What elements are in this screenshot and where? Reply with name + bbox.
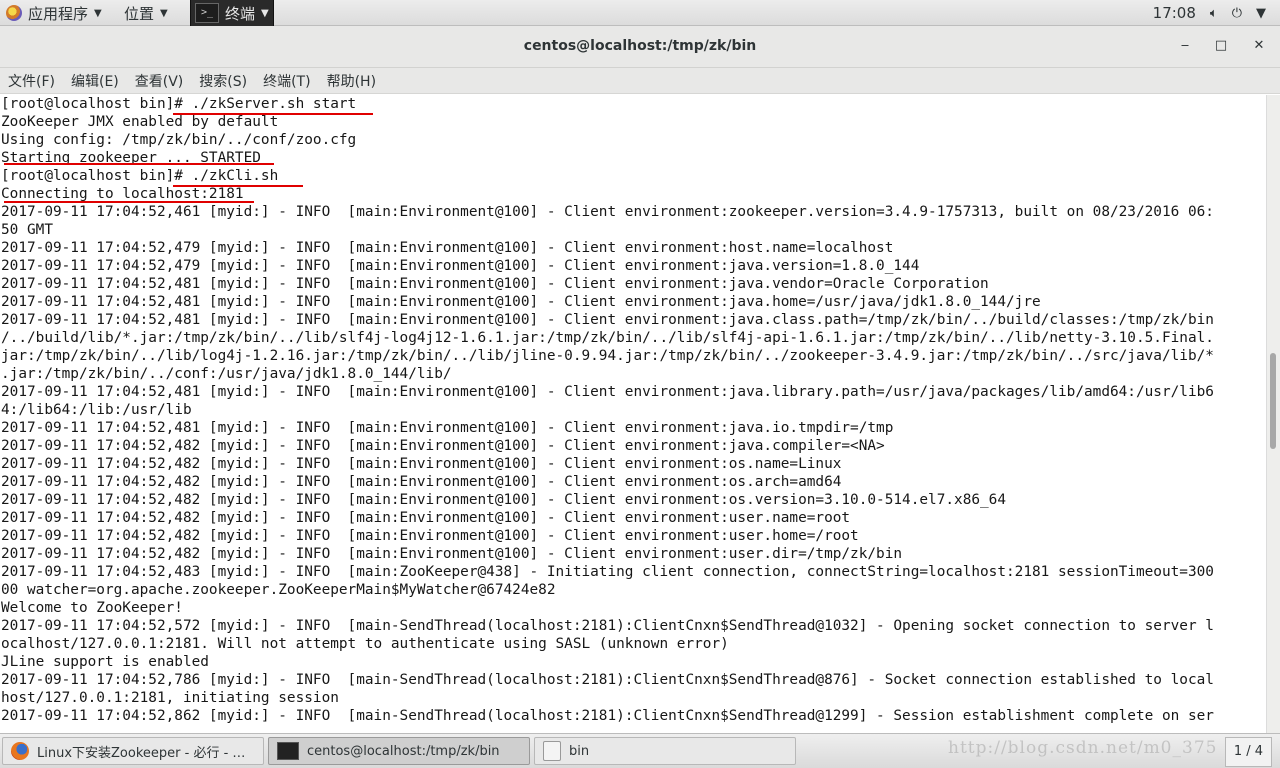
power-icon[interactable]: ⏻: [1232, 6, 1242, 21]
terminal-line: 2017-09-11 17:04:52,481 [myid:] - INFO […: [1, 420, 894, 436]
terminal-line: 2017-09-11 17:04:52,482 [myid:] - INFO […: [1, 456, 842, 472]
terminal-line: 2017-09-11 17:04:52,461 [myid:] - INFO […: [1, 204, 1214, 220]
terminal-line: 2017-09-11 17:04:52,482 [myid:] - INFO […: [1, 546, 903, 562]
terminal-icon: >_: [195, 3, 219, 23]
terminal-output: [root@localhost bin]# ./zkServer.sh star…: [1, 95, 1214, 725]
terminal-line: 2017-09-11 17:04:52,482 [myid:] - INFO […: [1, 492, 1007, 508]
terminal-line: 00 watcher=org.apache.zookeeper.ZooKeepe…: [1, 582, 556, 598]
terminal-line: 4:/lib64:/lib:/usr/lib: [1, 402, 192, 418]
terminal-line: 2017-09-11 17:04:52,481 [myid:] - INFO […: [1, 294, 1041, 310]
places-menu[interactable]: 位置 ▼: [120, 0, 172, 26]
annotation-underline: [4, 163, 274, 165]
terminal-line: 2017-09-11 17:04:52,482 [myid:] - INFO […: [1, 528, 859, 544]
terminal-line: [root@localhost bin]# ./zkServer.sh star…: [1, 96, 357, 112]
terminal-scrollbar[interactable]: [1266, 95, 1280, 733]
taskbar-item-terminal[interactable]: centos@localhost:/tmp/zk/bin: [268, 737, 530, 765]
terminal-line: /../build/lib/*.jar:/tmp/zk/bin/../lib/s…: [1, 330, 1214, 346]
terminal-line: 2017-09-11 17:04:52,481 [myid:] - INFO […: [1, 276, 989, 292]
chevron-down-icon: ▼: [261, 7, 269, 19]
terminal-line: Welcome to ZooKeeper!: [1, 600, 183, 616]
window-title: centos@localhost:/tmp/zk/bin: [523, 38, 757, 54]
terminal-app-label: 终端: [225, 4, 256, 23]
places-label: 位置: [124, 4, 155, 23]
taskbar-item-label: bin: [569, 743, 590, 759]
menu-help[interactable]: 帮助(H): [327, 71, 376, 91]
terminal-line: 2017-09-11 17:04:52,482 [myid:] - INFO […: [1, 438, 885, 454]
watermark: http://blog.csdn.net/m0_375: [948, 738, 1218, 758]
applications-label: 应用程序: [28, 4, 89, 23]
volume-icon[interactable]: 🔈︎: [1210, 6, 1218, 21]
menu-terminal[interactable]: 终端(T): [263, 71, 310, 91]
file-manager-icon: [543, 741, 561, 761]
terminal-line: ocalhost/127.0.0.1:2181. Will not attemp…: [1, 636, 729, 652]
terminal-line: jar:/tmp/zk/bin/../lib/log4j-1.2.16.jar:…: [1, 348, 1214, 364]
applications-icon: [6, 5, 22, 21]
taskbar-item-firefox[interactable]: Linux下安装Zookeeper - 必行 - …: [2, 737, 264, 765]
terminal-line: 2017-09-11 17:04:52,482 [myid:] - INFO […: [1, 474, 842, 490]
top-panel: 应用程序 ▼ 位置 ▼ >_ 终端 ▼ 17:08 🔈︎ ⏻ ▼: [0, 0, 1280, 26]
close-button[interactable]: ✕: [1246, 34, 1272, 58]
menu-edit[interactable]: 编辑(E): [71, 71, 119, 91]
workspace-indicator[interactable]: 1 / 4: [1224, 737, 1272, 767]
terminal-line: 2017-09-11 17:04:52,862 [myid:] - INFO […: [1, 708, 1214, 724]
terminal-line: Using config: /tmp/zk/bin/../conf/zoo.cf…: [1, 132, 357, 148]
terminal-line: 2017-09-11 17:04:52,482 [myid:] - INFO […: [1, 510, 851, 526]
menu-search[interactable]: 搜索(S): [199, 71, 247, 91]
chevron-down-icon[interactable]: ▼: [1256, 6, 1266, 21]
annotation-underline: [173, 113, 373, 115]
menu-view[interactable]: 查看(V): [135, 71, 184, 91]
scrollbar-thumb[interactable]: [1270, 353, 1276, 449]
annotation-underline: [4, 201, 254, 203]
terminal-line: ZooKeeper JMX enabled by default: [1, 114, 279, 130]
annotation-underline: [173, 185, 303, 187]
menubar: 文件(F) 编辑(E) 查看(V) 搜索(S) 终端(T) 帮助(H): [0, 68, 1280, 94]
taskbar-item-label: Linux下安装Zookeeper - 必行 - …: [37, 745, 246, 761]
terminal-icon: [277, 742, 299, 760]
clock[interactable]: 17:08: [1153, 4, 1196, 22]
taskbar-item-files[interactable]: bin: [534, 737, 796, 765]
terminal-line: 2017-09-11 17:04:52,481 [myid:] - INFO […: [1, 312, 1214, 328]
terminal-line: 2017-09-11 17:04:52,479 [myid:] - INFO […: [1, 240, 894, 256]
terminal-app-menu[interactable]: >_ 终端 ▼: [190, 0, 274, 26]
chevron-down-icon: ▼: [94, 7, 102, 19]
terminal-line: host/127.0.0.1:2181, initiating session: [1, 690, 339, 706]
terminal-line: 2017-09-11 17:04:52,483 [myid:] - INFO […: [1, 564, 1214, 580]
status-area: 17:08 🔈︎ ⏻ ▼: [1153, 0, 1280, 26]
terminal-line: 2017-09-11 17:04:52,479 [myid:] - INFO […: [1, 258, 920, 274]
firefox-icon: [11, 742, 29, 760]
taskbar-item-label: centos@localhost:/tmp/zk/bin: [307, 743, 500, 759]
minimize-button[interactable]: ‒: [1172, 34, 1198, 58]
terminal-line: 50 GMT: [1, 222, 53, 238]
terminal-line: JLine support is enabled: [1, 654, 209, 670]
applications-menu[interactable]: 应用程序 ▼: [2, 0, 106, 26]
chevron-down-icon: ▼: [160, 7, 168, 19]
menu-file[interactable]: 文件(F): [8, 71, 55, 91]
terminal-line: 2017-09-11 17:04:52,481 [myid:] - INFO […: [1, 384, 1214, 400]
terminal-line: [root@localhost bin]# ./zkCli.sh: [1, 168, 279, 184]
terminal-line: .jar:/tmp/zk/bin/../conf:/usr/java/jdk1.…: [1, 366, 452, 382]
window-titlebar[interactable]: centos@localhost:/tmp/zk/bin ‒ □ ✕: [0, 26, 1280, 68]
terminal-line: 2017-09-11 17:04:52,572 [myid:] - INFO […: [1, 618, 1214, 634]
terminal-view[interactable]: [root@localhost bin]# ./zkServer.sh star…: [0, 95, 1266, 733]
terminal-line: 2017-09-11 17:04:52,786 [myid:] - INFO […: [1, 672, 1214, 688]
maximize-button[interactable]: □: [1208, 34, 1234, 58]
